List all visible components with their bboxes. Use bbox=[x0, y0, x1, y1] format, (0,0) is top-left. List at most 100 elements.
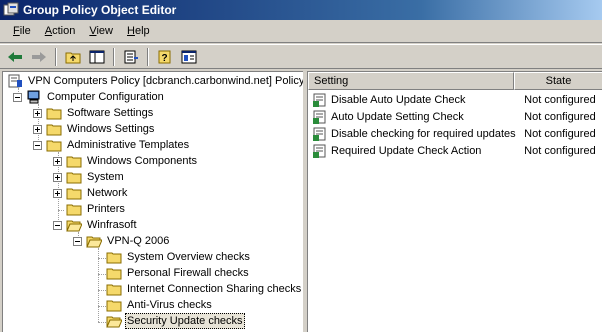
list-item[interactable]: Required Update Check Action Not configu… bbox=[308, 142, 602, 159]
collapse-toggle[interactable] bbox=[53, 220, 62, 230]
setting-state: Not configured bbox=[524, 110, 596, 123]
collapse-toggle[interactable] bbox=[73, 236, 82, 246]
folder-icon bbox=[46, 122, 62, 136]
export-list-button[interactable] bbox=[120, 47, 142, 67]
menu-file[interactable]: File bbox=[6, 22, 38, 41]
policy-setting-icon bbox=[313, 144, 326, 158]
folder-icon bbox=[106, 250, 122, 264]
tree-item-computer-configuration[interactable]: Computer Configuration bbox=[13, 89, 166, 105]
tree-item-personal-firewall-checks[interactable]: Personal Firewall checks bbox=[106, 265, 251, 281]
list-item[interactable]: Disable checking for required updates No… bbox=[308, 125, 602, 142]
tree-item-system-overview-checks[interactable]: System Overview checks bbox=[106, 249, 252, 265]
show-hide-tree-button[interactable] bbox=[86, 47, 108, 67]
tree-item-label: Software Settings bbox=[67, 107, 154, 119]
expand-toggle[interactable] bbox=[33, 124, 42, 134]
tree-item-label: Administrative Templates bbox=[67, 139, 190, 151]
folder-icon bbox=[106, 282, 122, 296]
folder-icon bbox=[66, 202, 82, 216]
back-arrow-icon bbox=[8, 51, 22, 62]
tree-item-anti-virus-checks[interactable]: Anti-Virus checks bbox=[106, 297, 214, 313]
console-tree[interactable]: VPN Computers Policy [dcbranch.carbonwin… bbox=[2, 71, 303, 332]
folder-icon bbox=[66, 186, 82, 200]
folder-icon bbox=[106, 266, 122, 280]
column-header-state[interactable]: State bbox=[514, 72, 602, 90]
tree-item-internet-connection-sharing-checks[interactable]: Internet Connection Sharing checks bbox=[106, 281, 303, 297]
tree-item-security-update-checks[interactable]: Security Update checks bbox=[106, 313, 245, 329]
tree-item-label: Windows Settings bbox=[67, 123, 155, 135]
policy-setting-icon bbox=[313, 93, 326, 107]
help-button[interactable]: ? bbox=[154, 47, 176, 67]
setting-name: Disable checking for required updates bbox=[331, 127, 516, 140]
expand-toggle[interactable] bbox=[33, 108, 42, 118]
export-list-icon bbox=[124, 50, 138, 63]
back-button[interactable] bbox=[4, 47, 26, 67]
tree-item-label: System Overview checks bbox=[127, 251, 250, 263]
tree-item-administrative-templates[interactable]: Administrative Templates bbox=[33, 137, 191, 153]
properties-icon bbox=[181, 50, 197, 63]
column-header-setting[interactable]: Setting bbox=[308, 72, 514, 90]
tree-item-network[interactable]: Network bbox=[53, 185, 129, 201]
forward-arrow-icon bbox=[32, 51, 46, 62]
tree-item-label: Anti-Virus checks bbox=[127, 299, 212, 311]
up-one-level-button[interactable] bbox=[62, 47, 84, 67]
window-title: Group Policy Object Editor bbox=[23, 3, 177, 17]
group-policy-app-icon[interactable] bbox=[3, 2, 19, 18]
tree-item-windows-components[interactable]: Windows Components bbox=[53, 153, 199, 169]
expand-toggle[interactable] bbox=[53, 188, 62, 198]
tree-connector bbox=[98, 306, 106, 307]
folder-up-icon bbox=[65, 52, 81, 63]
tree-item-vpn-q-2006[interactable]: VPN-Q 2006 bbox=[73, 233, 171, 249]
folder-open-icon bbox=[106, 314, 122, 328]
setting-name: Auto Update Setting Check bbox=[331, 110, 464, 123]
setting-name: Disable Auto Update Check bbox=[331, 93, 466, 106]
tree-connector bbox=[98, 290, 106, 291]
policy-document-icon bbox=[7, 74, 23, 88]
menu-bar: File Action View Help bbox=[0, 20, 602, 43]
tree-connector bbox=[98, 322, 106, 323]
list-item[interactable]: Disable Auto Update Check Not configured bbox=[308, 91, 602, 108]
expand-toggle[interactable] bbox=[53, 156, 62, 166]
forward-button[interactable] bbox=[28, 47, 50, 67]
tree-item-winfrasoft[interactable]: Winfrasoft bbox=[53, 217, 139, 233]
menu-view[interactable]: View bbox=[82, 22, 120, 41]
tree-item-windows-settings[interactable]: Windows Settings bbox=[33, 121, 156, 137]
console-tree-icon bbox=[89, 50, 105, 63]
tree-item-label: Winfrasoft bbox=[87, 219, 137, 231]
setting-state: Not configured bbox=[524, 127, 596, 140]
tree-item-label: Windows Components bbox=[87, 155, 198, 167]
properties-button[interactable] bbox=[178, 47, 200, 67]
toolbar-separator bbox=[147, 47, 149, 66]
tree-connector bbox=[98, 258, 106, 259]
svg-text:?: ? bbox=[161, 53, 167, 64]
setting-state: Not configured bbox=[524, 93, 596, 106]
list-item[interactable]: Auto Update Setting Check Not configured bbox=[308, 108, 602, 125]
folder-icon bbox=[106, 298, 122, 312]
tree-item-label: Printers bbox=[87, 203, 125, 215]
expand-toggle[interactable] bbox=[53, 172, 62, 182]
tree-item-label: Security Update checks bbox=[125, 313, 245, 329]
setting-name: Required Update Check Action bbox=[331, 144, 482, 157]
folder-open-icon bbox=[86, 234, 102, 248]
computer-icon bbox=[26, 90, 42, 104]
tree-item-label: VPN-Q 2006 bbox=[107, 235, 170, 247]
settings-list[interactable]: Setting State Disable Auto Update Check … bbox=[307, 71, 602, 332]
tree-item-software-settings[interactable]: Software Settings bbox=[33, 105, 155, 121]
tree-item-label: Network bbox=[87, 187, 128, 199]
tree-item-printers[interactable]: Printers bbox=[53, 201, 127, 217]
tree-item-label: Internet Connection Sharing checks bbox=[127, 283, 302, 295]
collapse-toggle[interactable] bbox=[13, 92, 22, 102]
tree-item-label: Personal Firewall checks bbox=[127, 267, 249, 279]
menu-help[interactable]: Help bbox=[120, 22, 157, 41]
collapse-toggle[interactable] bbox=[33, 140, 42, 150]
tree-item-policy-root[interactable]: VPN Computers Policy [dcbranch.carbonwin… bbox=[7, 73, 303, 89]
menu-action[interactable]: Action bbox=[38, 22, 83, 41]
tree-connector bbox=[98, 274, 106, 275]
tree-item-system[interactable]: System bbox=[53, 169, 126, 185]
list-header: Setting State bbox=[308, 72, 602, 90]
folder-open-icon bbox=[66, 218, 82, 232]
setting-state: Not configured bbox=[524, 144, 596, 157]
policy-setting-icon bbox=[313, 110, 326, 124]
toolbar-separator bbox=[55, 47, 57, 66]
tree-item-label: System bbox=[87, 171, 124, 183]
policy-setting-icon bbox=[313, 127, 326, 141]
